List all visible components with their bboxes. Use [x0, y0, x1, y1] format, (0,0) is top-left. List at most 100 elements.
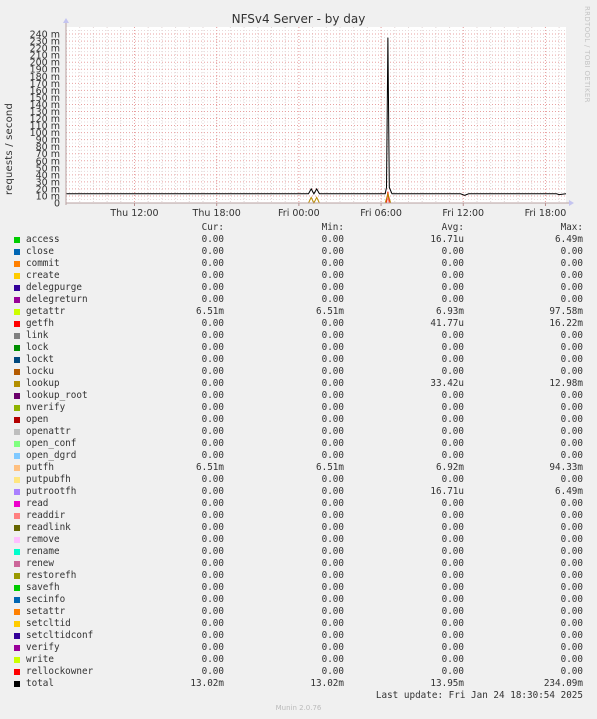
- legend-cur-value: 0.00: [201, 606, 224, 617]
- legend-min-value: 0.00: [321, 246, 344, 257]
- legend-swatch: [14, 381, 20, 387]
- legend-header-max: Max:: [560, 222, 583, 233]
- legend-row-read: read 0.00 0.00 0.00 0.00: [0, 498, 597, 510]
- legend-max-value: 0.00: [560, 594, 583, 605]
- legend-avg-value: 33.42u: [430, 378, 464, 389]
- legend-cur-value: 0.00: [201, 354, 224, 365]
- legend-avg-value: 13.95m: [430, 678, 464, 689]
- legend-min-value: 0.00: [321, 258, 344, 269]
- x-tick-label: Fri 00:00: [278, 208, 320, 219]
- legend-cur-value: 0.00: [201, 486, 224, 497]
- x-tick-label: Thu 12:00: [109, 208, 158, 219]
- x-tick-label: Fri 06:00: [360, 208, 402, 219]
- legend-row-getfh: getfh 0.00 0.00 41.77u 16.22m: [0, 318, 597, 330]
- legend-swatch: [14, 441, 20, 447]
- legend-label: openattr: [26, 426, 71, 437]
- legend-max-value: 0.00: [560, 438, 583, 449]
- legend-swatch: [14, 477, 20, 483]
- legend-swatch: [14, 489, 20, 495]
- legend-cur-value: 0.00: [201, 498, 224, 509]
- x-tick-labels: Thu 12:00 Thu 18:00 Fri 00:00 Fri 06:00 Fri …: [109, 208, 566, 219]
- legend-swatch: [14, 273, 20, 279]
- legend-max-value: 0.00: [560, 510, 583, 521]
- legend-min-value: 0.00: [321, 522, 344, 533]
- legend-avg-value: 0.00: [441, 582, 464, 593]
- legend-max-value: 0.00: [560, 642, 583, 653]
- legend-min-value: 0.00: [321, 594, 344, 605]
- legend-row-secinfo: secinfo 0.00 0.00 0.00 0.00: [0, 594, 597, 606]
- legend-min-value: 0.00: [321, 630, 344, 641]
- legend-label: rellockowner: [26, 666, 94, 677]
- legend-row-close: close 0.00 0.00 0.00 0.00: [0, 246, 597, 258]
- legend-min-value: 0.00: [321, 618, 344, 629]
- legend-row-delegpurge: delegpurge 0.00 0.00 0.00 0.00: [0, 282, 597, 294]
- legend-row-write: write 0.00 0.00 0.00 0.00: [0, 654, 597, 666]
- legend-min-value: 0.00: [321, 402, 344, 413]
- legend-label: putfh: [26, 462, 54, 473]
- legend-avg-value: 6.92m: [436, 462, 464, 473]
- legend-label: open_conf: [26, 438, 77, 449]
- legend-max-value: 0.00: [560, 534, 583, 545]
- legend-avg-value: 0.00: [441, 510, 464, 521]
- legend-label: putrootfh: [26, 486, 77, 497]
- legend-label: delegreturn: [26, 294, 88, 305]
- legend-swatch: [14, 501, 20, 507]
- legend-row-putfh: putfh 6.51m 6.51m 6.92m 94.33m: [0, 462, 597, 474]
- legend-min-value: 6.51m: [316, 306, 344, 317]
- legend-min-value: 0.00: [321, 318, 344, 329]
- legend-row-open: open 0.00 0.00 0.00 0.00: [0, 414, 597, 426]
- legend-swatch: [14, 333, 20, 339]
- legend-max-value: 0.00: [560, 558, 583, 569]
- legend-label: renew: [26, 558, 54, 569]
- legend-label: setcltid: [26, 618, 71, 629]
- legend-cur-value: 0.00: [201, 510, 224, 521]
- legend-min-value: 0.00: [321, 570, 344, 581]
- legend-min-value: 0.00: [321, 510, 344, 521]
- legend-label: locku: [26, 366, 54, 377]
- legend-avg-value: 0.00: [441, 402, 464, 413]
- legend-row-lookup: lookup 0.00 0.00 33.42u 12.98m: [0, 378, 597, 390]
- legend-min-value: 0.00: [321, 486, 344, 497]
- x-tick-label: Thu 18:00: [192, 208, 241, 219]
- legend-cur-value: 0.00: [201, 270, 224, 281]
- legend-label: read: [26, 498, 49, 509]
- legend-swatch: [14, 549, 20, 555]
- legend-min-value: 0.00: [321, 270, 344, 281]
- legend-label: rename: [26, 546, 60, 557]
- legend-swatch: [14, 537, 20, 543]
- legend-header-min: Min:: [321, 222, 344, 233]
- legend-max-value: 0.00: [560, 282, 583, 293]
- legend-swatch: [14, 633, 20, 639]
- legend-row-lockt: lockt 0.00 0.00 0.00 0.00: [0, 354, 597, 366]
- legend-row-total: total 13.02m 13.02m 13.95m 234.09m: [0, 678, 597, 690]
- legend-min-value: 0.00: [321, 342, 344, 353]
- legend-max-value: 0.00: [560, 630, 583, 641]
- legend-swatch: [14, 645, 20, 651]
- legend-avg-value: 0.00: [441, 426, 464, 437]
- legend-avg-value: 0.00: [441, 282, 464, 293]
- legend-swatch: [14, 369, 20, 375]
- legend-min-value: 0.00: [321, 414, 344, 425]
- legend-swatch: [14, 285, 20, 291]
- legend-cur-value: 0.00: [201, 294, 224, 305]
- legend-avg-value: 41.77u: [430, 318, 464, 329]
- legend-row-locku: locku 0.00 0.00 0.00 0.00: [0, 366, 597, 378]
- legend-avg-value: 0.00: [441, 270, 464, 281]
- legend-row-verify: verify 0.00 0.00 0.00 0.00: [0, 642, 597, 654]
- legend-cur-value: 0.00: [201, 474, 224, 485]
- legend-avg-value: 0.00: [441, 606, 464, 617]
- legend-min-value: 0.00: [321, 390, 344, 401]
- legend-swatch: [14, 309, 20, 315]
- legend-cur-value: 0.00: [201, 546, 224, 557]
- legend-min-value: 0.00: [321, 234, 344, 245]
- legend-max-value: 94.33m: [549, 462, 583, 473]
- legend-cur-value: 0.00: [201, 234, 224, 245]
- legend-label: remove: [26, 534, 60, 545]
- legend-min-value: 0.00: [321, 294, 344, 305]
- legend-avg-value: 0.00: [441, 354, 464, 365]
- legend-swatch: [14, 669, 20, 675]
- legend-cur-value: 0.00: [201, 654, 224, 665]
- legend-max-value: 0.00: [560, 366, 583, 377]
- legend-row-delegreturn: delegreturn 0.00 0.00 0.00 0.00: [0, 294, 597, 306]
- legend-swatch: [14, 597, 20, 603]
